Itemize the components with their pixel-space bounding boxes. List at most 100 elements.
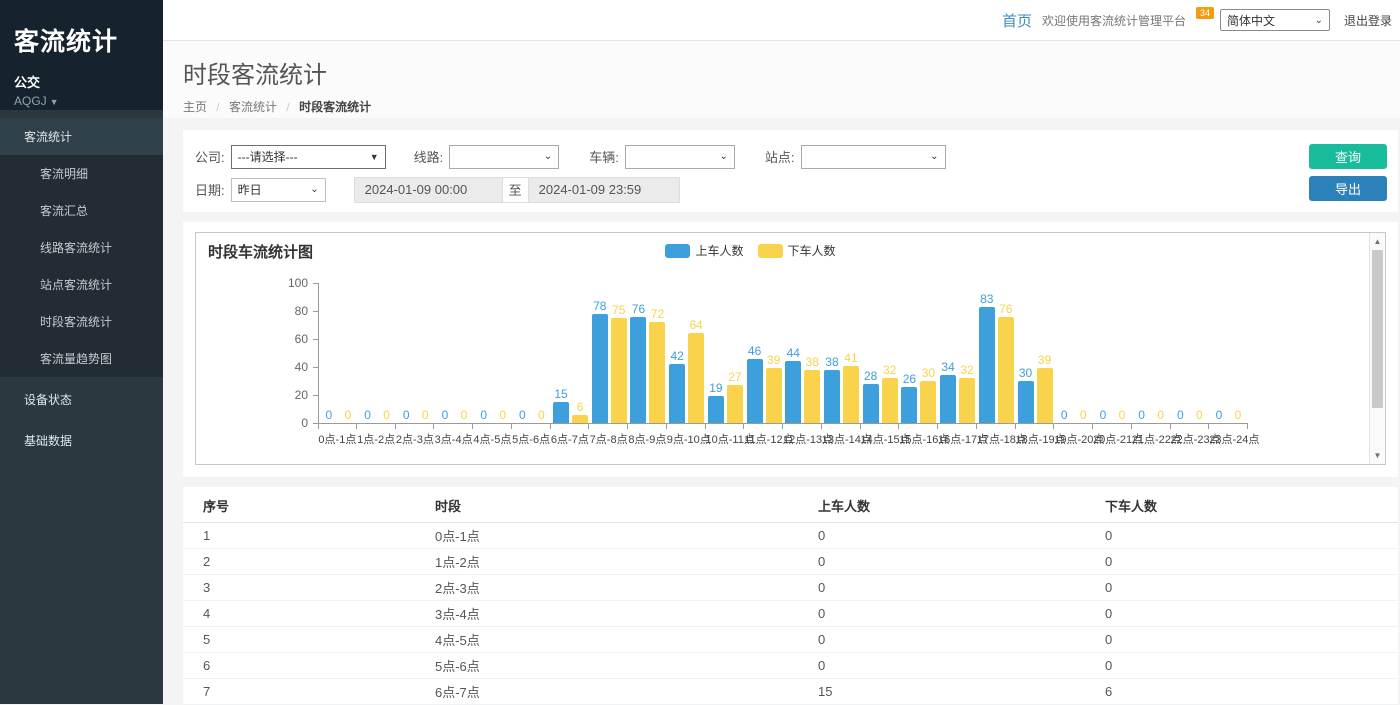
table-row[interactable]: 43点-4点00 — [183, 601, 1398, 627]
bar-value-label: 0 — [326, 409, 333, 422]
bar-value-label: 39 — [1038, 354, 1051, 367]
logout-link[interactable]: 退出登录 — [1344, 12, 1392, 29]
bar-value-label: 0 — [422, 409, 429, 422]
sidebar-item-时段客流统计[interactable]: 时段客流统计 — [0, 303, 163, 340]
date-to-input[interactable]: 2024-01-09 23:59 — [529, 178, 679, 202]
x-tick — [357, 424, 396, 429]
org-code-dropdown[interactable]: AQGJ▼ — [14, 94, 163, 108]
nav-home-link[interactable]: 首页 — [1002, 10, 1032, 31]
chart-panel: 时段车流统计图 上车人数下车人数 020406080100 0000000000… — [183, 222, 1398, 477]
scrollbar-thumb[interactable] — [1372, 250, 1383, 408]
bar-group-6点-7点: 156 — [551, 283, 590, 423]
bar-上车人数[interactable] — [553, 402, 569, 423]
bar-下车人数[interactable] — [804, 370, 820, 423]
bar-上车人数[interactable] — [630, 317, 646, 423]
bar-上车人数[interactable] — [669, 364, 685, 423]
table-row[interactable]: 10点-1点00 — [183, 523, 1398, 549]
bar-下车人数[interactable] — [688, 333, 704, 423]
sidebar-item-客流汇总[interactable]: 客流汇总 — [0, 192, 163, 229]
station-select[interactable]: ⌄ — [801, 145, 946, 169]
vehicle-select[interactable]: ⌄ — [625, 145, 735, 169]
sidebar-item-客流量趋势图[interactable]: 客流量趋势图 — [0, 340, 163, 377]
sidebar-item-客流明细[interactable]: 客流明细 — [0, 155, 163, 192]
bar-column: 0 — [514, 283, 530, 423]
bar-下车人数[interactable] — [1037, 368, 1053, 423]
bar-上车人数[interactable] — [747, 359, 763, 423]
chart-scrollbar[interactable]: ▲ ▼ — [1369, 233, 1385, 464]
table-cell: 0 — [818, 554, 1105, 569]
sidebar-item-线路客流统计[interactable]: 线路客流统计 — [0, 229, 163, 266]
bar-column: 0 — [1095, 283, 1111, 423]
breadcrumb-home[interactable]: 主页 — [183, 100, 207, 114]
bar-下车人数[interactable] — [727, 385, 743, 423]
bar-value-label: 76 — [632, 303, 645, 316]
table-row[interactable]: 76点-7点156 — [183, 679, 1398, 705]
table-row[interactable]: 54点-5点00 — [183, 627, 1398, 653]
x-tick — [1209, 424, 1248, 429]
legend-item-下车人数[interactable]: 下车人数 — [758, 242, 836, 259]
table-row[interactable]: 32点-3点00 — [183, 575, 1398, 601]
line-select[interactable]: ⌄ — [449, 145, 559, 169]
table-header-row: 序号时段上车人数下车人数 — [183, 489, 1398, 523]
breadcrumb-section[interactable]: 客流统计 — [229, 100, 277, 114]
legend-item-上车人数[interactable]: 上车人数 — [665, 242, 743, 259]
bar-下车人数[interactable] — [959, 378, 975, 423]
content-area: 公司: ---请选择--- ▼ 线路: ⌄ 车辆: ⌄ 站点: — [163, 118, 1400, 704]
bar-value-label: 0 — [1138, 409, 1145, 422]
bar-上车人数[interactable] — [979, 307, 995, 423]
bar-下车人数[interactable] — [843, 366, 859, 423]
bar-上车人数[interactable] — [785, 361, 801, 423]
bar-value-label: 78 — [593, 300, 606, 313]
bar-上车人数[interactable] — [901, 387, 917, 423]
scroll-down-icon[interactable]: ▼ — [1370, 448, 1385, 463]
bar-下车人数[interactable] — [611, 318, 627, 423]
x-tick — [318, 424, 357, 429]
station-label: 站点: — [765, 147, 795, 166]
table-cell: 0 — [1105, 580, 1398, 595]
table-row[interactable]: 21点-2点00 — [183, 549, 1398, 575]
company-select[interactable]: ---请选择--- ▼ — [231, 145, 386, 169]
bar-下车人数[interactable] — [766, 368, 782, 423]
date-preset-select[interactable]: 昨日 ⌄ — [231, 178, 326, 202]
bar-value-label: 0 — [1119, 409, 1126, 422]
bar-下车人数[interactable] — [998, 317, 1014, 423]
bar-value-label: 27 — [728, 371, 741, 384]
bar-上车人数[interactable] — [1018, 381, 1034, 423]
bar-下车人数[interactable] — [572, 415, 588, 423]
table-row[interactable]: 65点-6点00 — [183, 653, 1398, 679]
bar-value-label: 6 — [577, 401, 584, 414]
bar-上车人数[interactable] — [824, 370, 840, 423]
bar-上车人数[interactable] — [592, 314, 608, 423]
x-tick — [396, 424, 435, 429]
x-axis-label: 14点-15点 — [861, 431, 900, 447]
bar-value-label: 44 — [787, 347, 800, 360]
bar-column: 0 — [476, 283, 492, 423]
bar-上车人数[interactable] — [863, 384, 879, 423]
query-button[interactable]: 查询 — [1309, 144, 1387, 169]
x-axis-label: 17点-18点 — [977, 431, 1016, 447]
sidebar-item-客流统计[interactable]: 客流统计 — [0, 118, 163, 155]
company-value: ---请选择--- — [238, 148, 298, 165]
filter-panel: 公司: ---请选择--- ▼ 线路: ⌄ 车辆: ⌄ 站点: — [183, 130, 1398, 212]
language-select[interactable]: 简体中文 ⌄ — [1220, 9, 1330, 31]
sidebar-item-基础数据[interactable]: 基础数据 — [0, 422, 163, 459]
date-from-input[interactable]: 2024-01-09 00:00 — [355, 178, 502, 202]
bar-value-label: 0 — [1100, 409, 1107, 422]
org-code-label: AQGJ — [14, 94, 47, 108]
notification-badge[interactable]: 34 — [1196, 7, 1214, 19]
x-tick — [899, 424, 938, 429]
scroll-up-icon[interactable]: ▲ — [1370, 234, 1385, 249]
bar-column: 0 — [1211, 283, 1227, 423]
bar-下车人数[interactable] — [649, 322, 665, 423]
chevron-down-icon: ⌄ — [1315, 15, 1323, 26]
bar-下车人数[interactable] — [920, 381, 936, 423]
bar-group-2点-3点: 00 — [396, 283, 435, 423]
bar-value-label: 42 — [670, 350, 683, 363]
sidebar-item-站点客流统计[interactable]: 站点客流统计 — [0, 266, 163, 303]
bar-上车人数[interactable] — [708, 396, 724, 423]
sidebar-item-设备状态[interactable]: 设备状态 — [0, 381, 163, 418]
bar-下车人数[interactable] — [882, 378, 898, 423]
export-button[interactable]: 导出 — [1309, 176, 1387, 201]
bar-上车人数[interactable] — [940, 375, 956, 423]
bar-column: 39 — [1037, 283, 1053, 423]
